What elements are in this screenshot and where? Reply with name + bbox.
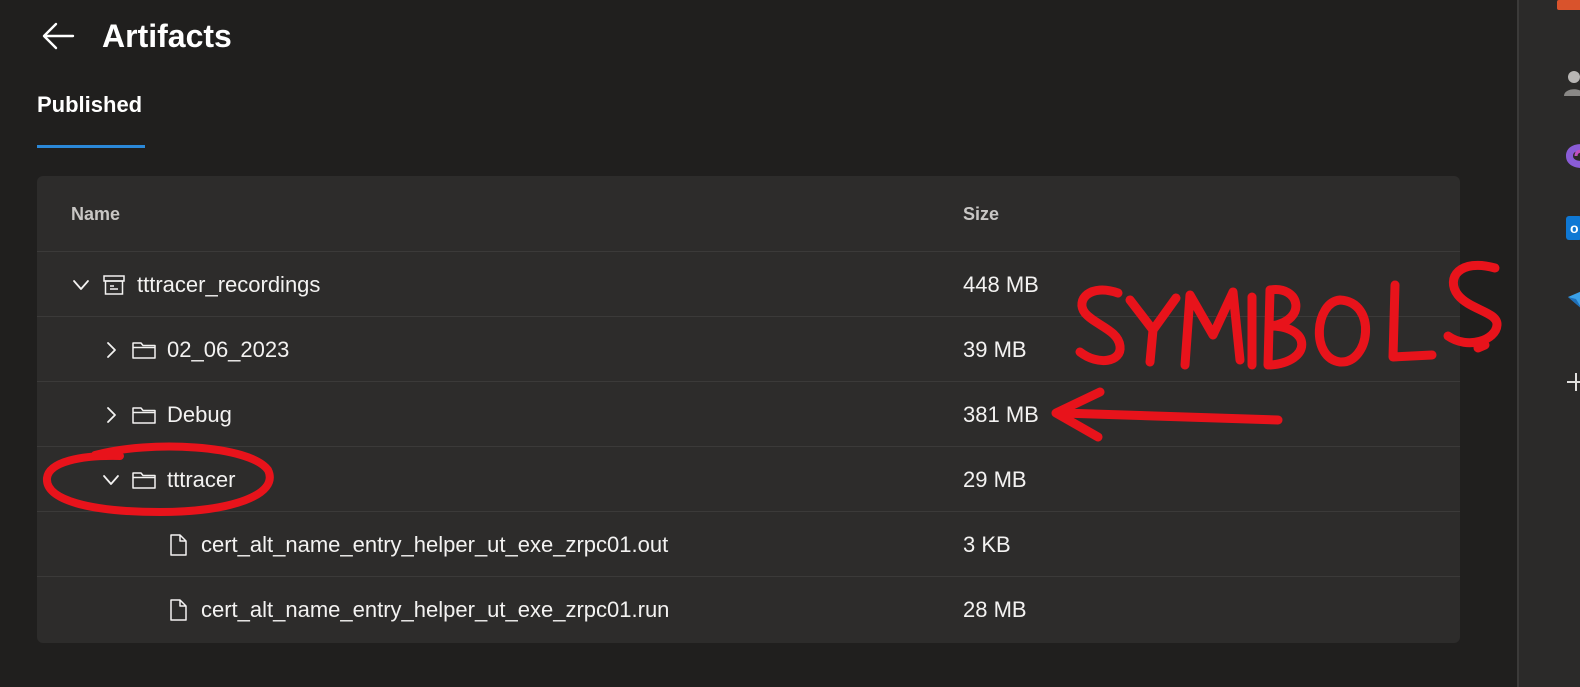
tab-selected-indicator [37, 145, 145, 148]
send-icon[interactable] [1552, 285, 1580, 315]
row-size: 3 KB [963, 531, 1011, 557]
file-icon [163, 533, 193, 557]
file-icon [163, 598, 193, 622]
row-name-cell: cert_alt_name_entry_helper_ut_exe_zrpc01… [163, 512, 668, 577]
chevron-right-icon[interactable] [99, 338, 123, 362]
row-name[interactable]: Debug [167, 402, 232, 428]
chevron-down-icon[interactable] [99, 468, 123, 492]
add-icon[interactable] [1552, 365, 1580, 395]
row-name[interactable]: tttracer [167, 467, 235, 493]
tab-published-label: Published [37, 92, 143, 117]
arrow-left-icon [42, 22, 75, 50]
row-name-cell: Debug [99, 382, 232, 447]
chevron-down-icon[interactable] [69, 273, 93, 297]
table-row[interactable]: cert_alt_name_entry_helper_ut_exe_zrpc01… [37, 577, 1460, 642]
back-button[interactable] [40, 18, 76, 54]
row-name-cell: cert_alt_name_entry_helper_ut_exe_zrpc01… [163, 577, 669, 642]
row-name[interactable]: tttracer_recordings [137, 272, 320, 298]
row-name-cell: 02_06_2023 [99, 317, 289, 382]
row-name[interactable]: 02_06_2023 [167, 337, 289, 363]
right-side-toolbar: o [1517, 0, 1580, 687]
page-header: Artifacts [40, 14, 232, 58]
row-name[interactable]: cert_alt_name_entry_helper_ut_exe_zrpc01… [201, 597, 669, 623]
column-header-name[interactable]: Name [71, 204, 120, 225]
row-name-cell: tttracer_recordings [69, 252, 320, 317]
folder-icon [129, 468, 159, 492]
column-header-size[interactable]: Size [963, 204, 999, 225]
table-row[interactable]: 02_06_2023 39 MB [37, 317, 1460, 382]
row-name[interactable]: cert_alt_name_entry_helper_ut_exe_zrpc01… [201, 532, 668, 558]
artifact-box-icon [99, 273, 129, 297]
row-size: 29 MB [963, 466, 1027, 492]
table-row[interactable]: cert_alt_name_entry_helper_ut_exe_zrpc01… [37, 512, 1460, 577]
row-size: 381 MB [963, 401, 1039, 427]
copilot-icon[interactable] [1552, 140, 1580, 170]
row-size: 28 MB [963, 596, 1027, 622]
svg-text:o: o [1570, 220, 1579, 236]
row-size: 448 MB [963, 271, 1039, 297]
main-area: Artifacts Published Name Size tttracer_r… [0, 0, 1517, 687]
folder-icon [129, 403, 159, 427]
artifacts-table: Name Size tttracer_recordings 448 MB 02_… [37, 176, 1460, 643]
table-row[interactable]: tttracer 29 MB [37, 447, 1460, 512]
outlook-icon[interactable]: o [1552, 212, 1580, 242]
chevron-right-icon[interactable] [99, 403, 123, 427]
row-name-cell: tttracer [99, 447, 235, 512]
table-header: Name Size [37, 176, 1460, 252]
row-size: 39 MB [963, 336, 1027, 362]
folder-icon [129, 338, 159, 362]
table-row[interactable]: tttracer_recordings 448 MB [37, 252, 1460, 317]
tab-published[interactable]: Published [37, 92, 145, 148]
page-title: Artifacts [102, 17, 232, 54]
table-row[interactable]: Debug 381 MB [37, 382, 1460, 447]
toolbox-icon[interactable] [1552, 0, 1580, 30]
user-icon[interactable] [1552, 68, 1580, 98]
